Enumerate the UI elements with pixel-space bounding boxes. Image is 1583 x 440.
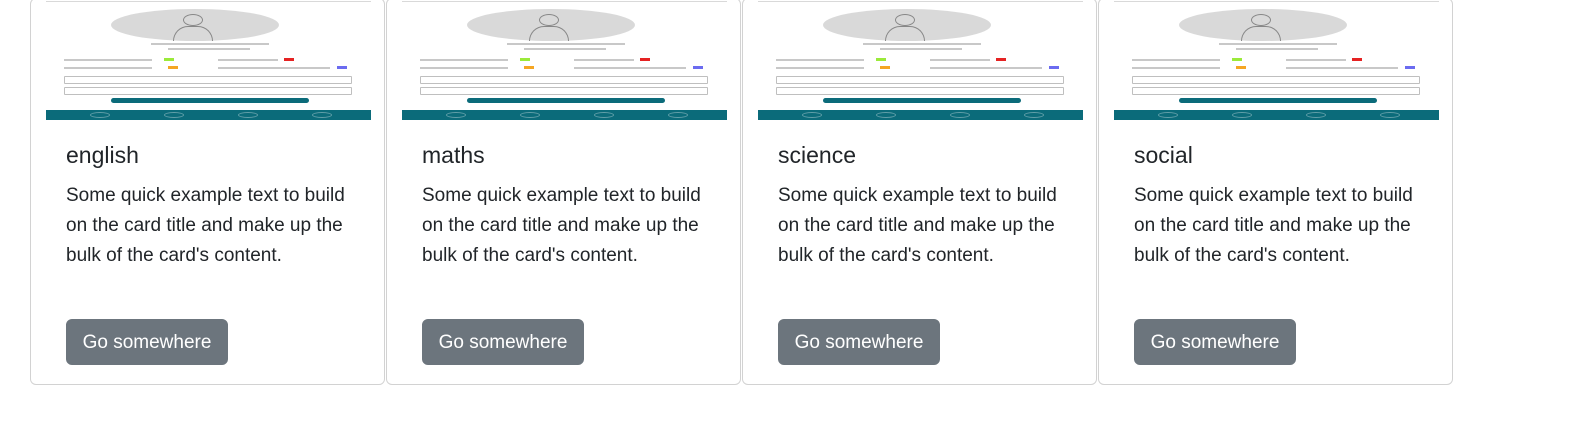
card-title: science [778,142,856,168]
user-avatar-icon [823,9,991,41]
card-title: english [66,142,139,168]
card-image [1114,0,1439,122]
go-somewhere-button[interactable]: Go somewhere [66,319,228,365]
go-somewhere-button[interactable]: Go somewhere [422,319,584,365]
card-title: social [1134,142,1193,168]
card-maths: maths Some quick example text to build o… [386,0,741,385]
user-avatar-icon [467,9,635,41]
card-text: Some quick example text to build on the … [422,185,701,266]
card-image [758,0,1083,122]
go-somewhere-button[interactable]: Go somewhere [778,319,940,365]
card-science: science Some quick example text to build… [742,0,1097,385]
card-image [402,0,727,122]
go-somewhere-button[interactable]: Go somewhere [1134,319,1296,365]
card-text: Some quick example text to build on the … [1134,185,1413,266]
card-english: english Some quick example text to build… [30,0,385,385]
card-row: english Some quick example text to build… [30,0,1454,385]
user-avatar-icon [111,9,279,41]
card-text: Some quick example text to build on the … [778,185,1057,266]
card-social: social Some quick example text to build … [1098,0,1453,385]
card-image [46,0,371,122]
user-avatar-icon [1179,9,1347,41]
card-text: Some quick example text to build on the … [66,185,345,266]
card-title: maths [422,142,485,168]
